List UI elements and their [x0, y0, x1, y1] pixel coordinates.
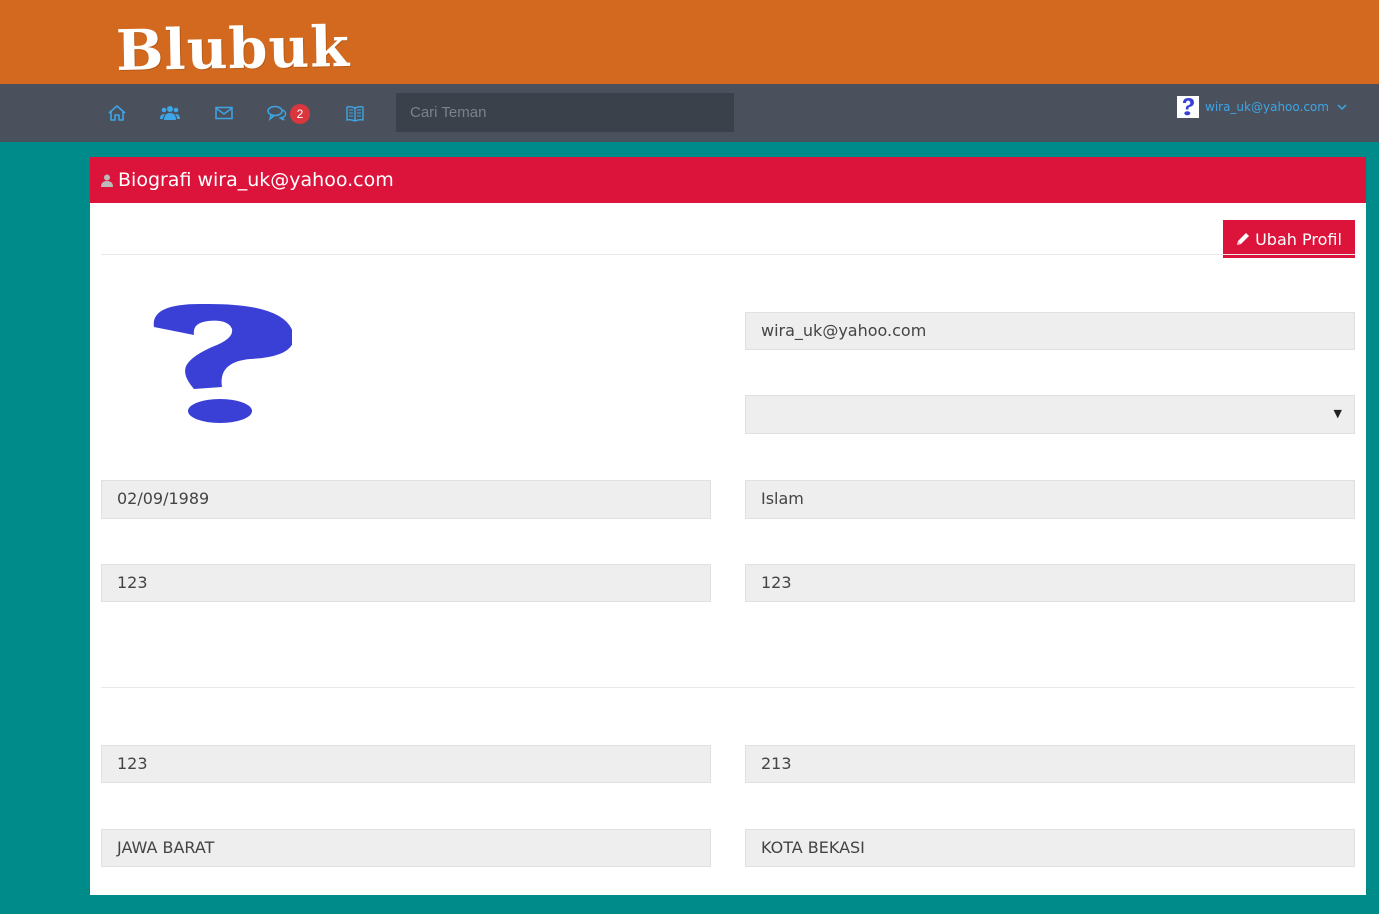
page-title: Biografi wira_uk@yahoo.com [118, 169, 394, 191]
info-field-right-1[interactable]: 123 [745, 564, 1355, 602]
chat-icon[interactable] [266, 103, 288, 123]
city-field[interactable]: KOTA BEKASI [745, 829, 1355, 867]
info-field-right-2[interactable]: 213 [745, 745, 1355, 783]
profile-photo [142, 297, 294, 427]
brand-bar: Blubuk [0, 0, 1379, 84]
site-logo[interactable]: Blubuk [115, 12, 350, 86]
edit-profile-button[interactable]: Ubah Profil [1223, 220, 1355, 258]
religion-field[interactable]: Islam [745, 480, 1355, 519]
info-field-left-2[interactable]: 123 [101, 745, 711, 783]
home-icon[interactable] [106, 103, 128, 123]
search-friends-input[interactable] [396, 93, 734, 132]
mail-icon[interactable] [213, 103, 235, 123]
users-icon[interactable] [159, 103, 181, 123]
chat-notification-badge: 2 [290, 104, 310, 124]
caret-down-icon: ▼ [1333, 407, 1342, 420]
edit-profile-label: Ubah Profil [1255, 229, 1342, 249]
profile-card: Biografi wira_uk@yahoo.com Ubah Profil w… [90, 157, 1366, 895]
user-name: wira_uk@yahoo.com [1205, 100, 1329, 114]
card-header: Biografi wira_uk@yahoo.com [90, 157, 1366, 203]
divider [101, 687, 1355, 688]
user-menu[interactable]: wira_uk@yahoo.com [1177, 95, 1347, 119]
chevron-down-icon [1337, 103, 1347, 110]
province-field[interactable]: JAWA BARAT [101, 829, 711, 867]
divider [101, 254, 1355, 255]
question-mark-icon [1177, 96, 1199, 118]
gender-select[interactable]: ▼ [745, 395, 1355, 434]
user-icon [101, 174, 113, 187]
birth-date-field[interactable]: 02/09/1989 [101, 480, 711, 519]
info-field-left-1[interactable]: 123 [101, 564, 711, 602]
email-field[interactable]: wira_uk@yahoo.com [745, 312, 1355, 350]
pencil-icon [1237, 233, 1250, 245]
book-icon[interactable] [344, 103, 366, 123]
